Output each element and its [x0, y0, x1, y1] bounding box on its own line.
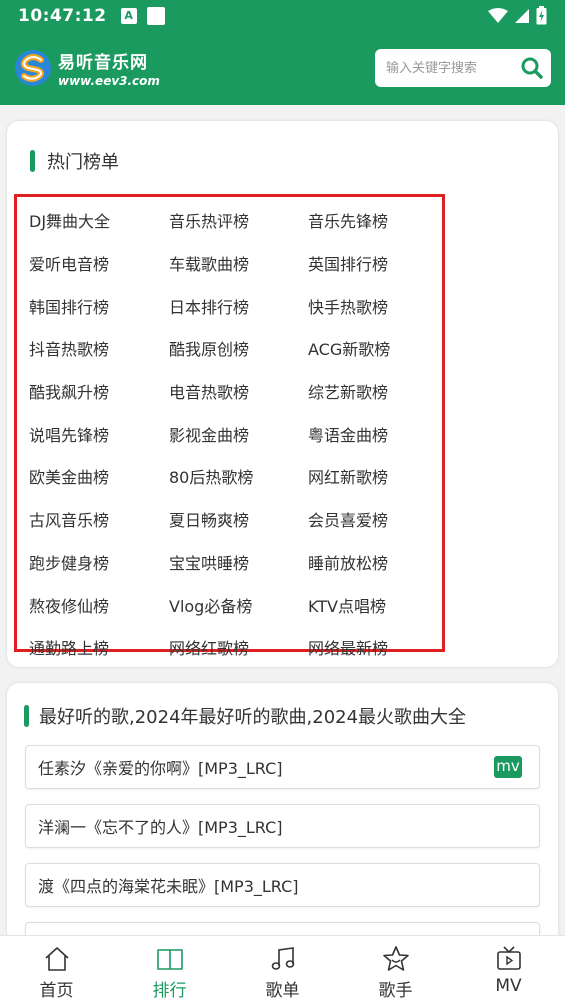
site-header: 易听音乐网 www.eev3.com	[0, 31, 565, 105]
tab-playlist[interactable]: 歌单	[226, 936, 339, 1004]
site-logo[interactable]: 易听音乐网 www.eev3.com	[14, 48, 160, 88]
song-title: 渡《四点的海棠花未眠》[MP3_LRC]	[38, 877, 299, 896]
chart-link[interactable]: 音乐先锋榜	[305, 208, 443, 232]
chart-row: 熬夜修仙榜 Vlog必备榜 KTV点唱榜	[29, 583, 449, 626]
chart-link[interactable]: 网络最新榜	[305, 635, 443, 659]
song-item[interactable]: 洋澜一《忘不了的人》[MP3_LRC]	[25, 804, 540, 848]
chart-link[interactable]: 跑步健身榜	[29, 550, 167, 574]
tab-singer[interactable]: 歌手	[339, 936, 452, 1004]
hot-charts-card: 热门榜单 DJ舞曲大全 音乐热评榜 音乐先锋榜 爱听电音榜 车载歌曲榜 英国排行榜 韩国排行…	[7, 121, 558, 667]
best-songs-heading: 最好听的歌,2024年最好听的歌曲,2024最火歌曲大全	[24, 703, 466, 729]
hot-charts-heading: 热门榜单	[30, 148, 119, 174]
chart-link[interactable]: 韩国排行榜	[29, 294, 167, 318]
chart-row: 通勤路上榜 网络红歌榜 网络最新榜	[29, 626, 449, 669]
logo-s-icon	[15, 50, 51, 86]
book-icon	[156, 949, 183, 970]
chart-link[interactable]: ACG新歌榜	[305, 336, 443, 360]
notification-square-icon	[146, 6, 165, 25]
chart-link[interactable]: 英国排行榜	[305, 251, 443, 275]
tab-mv[interactable]: MV	[452, 936, 565, 1004]
signal-icon	[515, 8, 529, 23]
home-icon	[44, 947, 69, 971]
chart-row: 古风音乐榜 夏日畅爽榜 会员喜爱榜	[29, 498, 449, 541]
chart-row: 跑步健身榜 宝宝哄睡榜 睡前放松榜	[29, 541, 449, 584]
chart-link[interactable]: 粤语金曲榜	[305, 422, 443, 446]
chart-link[interactable]: 会员喜爱榜	[305, 507, 443, 531]
chart-link[interactable]: 影视金曲榜	[167, 422, 305, 446]
chart-link[interactable]: 说唱先锋榜	[29, 422, 167, 446]
chart-link[interactable]: 宝宝哄睡榜	[167, 550, 305, 574]
tab-label: 歌单	[265, 981, 300, 1001]
search-input[interactable]	[386, 60, 514, 76]
tab-label: 排行	[152, 981, 187, 1001]
status-time: 10:47:12	[18, 5, 107, 26]
song-item[interactable]: 任素汐《亲爱的你啊》[MP3_LRC] mv	[25, 745, 540, 789]
chart-row: 韩国排行榜 日本排行榜 快手热歌榜	[29, 284, 449, 327]
tab-ranking[interactable]: 排行	[113, 936, 226, 1004]
chart-row: 爱听电音榜 车载歌曲榜 英国排行榜	[29, 242, 449, 285]
mv-badge[interactable]: mv	[494, 756, 522, 778]
tab-home[interactable]: 首页	[0, 936, 113, 1004]
chart-link[interactable]: KTV点唱榜	[305, 593, 443, 617]
tab-label: 歌手	[378, 981, 413, 1001]
hot-charts-title: 热门榜单	[47, 152, 119, 173]
song-title: 洋澜一《忘不了的人》[MP3_LRC]	[38, 818, 283, 837]
search-icon	[521, 57, 543, 79]
chart-row: 说唱先锋榜 影视金曲榜 粤语金曲榜	[29, 412, 449, 455]
song-title: 任素汐《亲爱的你啊》[MP3_LRC]	[38, 759, 283, 778]
tab-label: MV	[495, 976, 522, 996]
chart-link[interactable]: 80后热歌榜	[167, 464, 305, 488]
chart-link[interactable]: 熬夜修仙榜	[29, 593, 167, 617]
chart-link[interactable]: 电音热歌榜	[167, 379, 305, 403]
chart-link[interactable]: 网红新歌榜	[305, 464, 443, 488]
song-item[interactable]: 渡《四点的海棠花未眠》[MP3_LRC]	[25, 863, 540, 907]
chart-link[interactable]: 抖音热歌榜	[29, 336, 167, 360]
logo-title: 易听音乐网	[58, 53, 148, 73]
star-icon	[382, 946, 409, 971]
chart-row: 抖音热歌榜 酷我原创榜 ACG新歌榜	[29, 327, 449, 370]
chart-link[interactable]: 综艺新歌榜	[305, 379, 443, 403]
search-box	[375, 49, 551, 87]
chart-row: 欧美金曲榜 80后热歌榜 网红新歌榜	[29, 455, 449, 498]
music-note-icon	[271, 947, 294, 970]
chart-list: DJ舞曲大全 音乐热评榜 音乐先锋榜 爱听电音榜 车载歌曲榜 英国排行榜 韩国排行榜 日本排行…	[29, 199, 449, 669]
heading-accent-bar	[30, 150, 35, 172]
notification-a-icon: A	[120, 7, 137, 24]
chart-row: DJ舞曲大全 音乐热评榜 音乐先锋榜	[29, 199, 449, 242]
chart-link[interactable]: 音乐热评榜	[167, 208, 305, 232]
best-songs-card: 最好听的歌,2024年最好听的歌曲,2024最火歌曲大全 任素汐《亲爱的你啊》[…	[7, 683, 558, 952]
tv-icon	[496, 946, 521, 970]
chart-link[interactable]: DJ舞曲大全	[29, 208, 167, 232]
chart-link[interactable]: 日本排行榜	[167, 294, 305, 318]
chart-link[interactable]: 快手热歌榜	[305, 294, 443, 318]
chart-link[interactable]: 酷我飙升榜	[29, 379, 167, 403]
heading-accent-bar	[24, 705, 29, 727]
chart-link[interactable]: 网络红歌榜	[167, 635, 305, 659]
chart-link[interactable]: 睡前放松榜	[305, 550, 443, 574]
best-songs-title: 最好听的歌,2024年最好听的歌曲,2024最火歌曲大全	[39, 707, 467, 728]
tab-label: 首页	[39, 981, 74, 1001]
status-bar: 10:47:12 A	[0, 0, 565, 31]
logo-url: www.eev3.com	[58, 74, 160, 88]
chart-link[interactable]: 古风音乐榜	[29, 507, 167, 531]
chart-link[interactable]: Vlog必备榜	[167, 593, 305, 617]
bottom-tab-bar: 首页 排行 歌单 歌手 MV	[0, 935, 565, 1004]
chart-link[interactable]: 爱听电音榜	[29, 251, 167, 275]
wifi-icon	[488, 7, 508, 23]
chart-link[interactable]: 夏日畅爽榜	[167, 507, 305, 531]
chart-link[interactable]: 欧美金曲榜	[29, 464, 167, 488]
chart-link[interactable]: 通勤路上榜	[29, 635, 167, 659]
chart-row: 酷我飙升榜 电音热歌榜 综艺新歌榜	[29, 370, 449, 413]
chart-link[interactable]: 酷我原创榜	[167, 336, 305, 360]
battery-icon	[536, 6, 547, 25]
search-button[interactable]	[516, 52, 548, 84]
chart-link[interactable]: 车载歌曲榜	[167, 251, 305, 275]
